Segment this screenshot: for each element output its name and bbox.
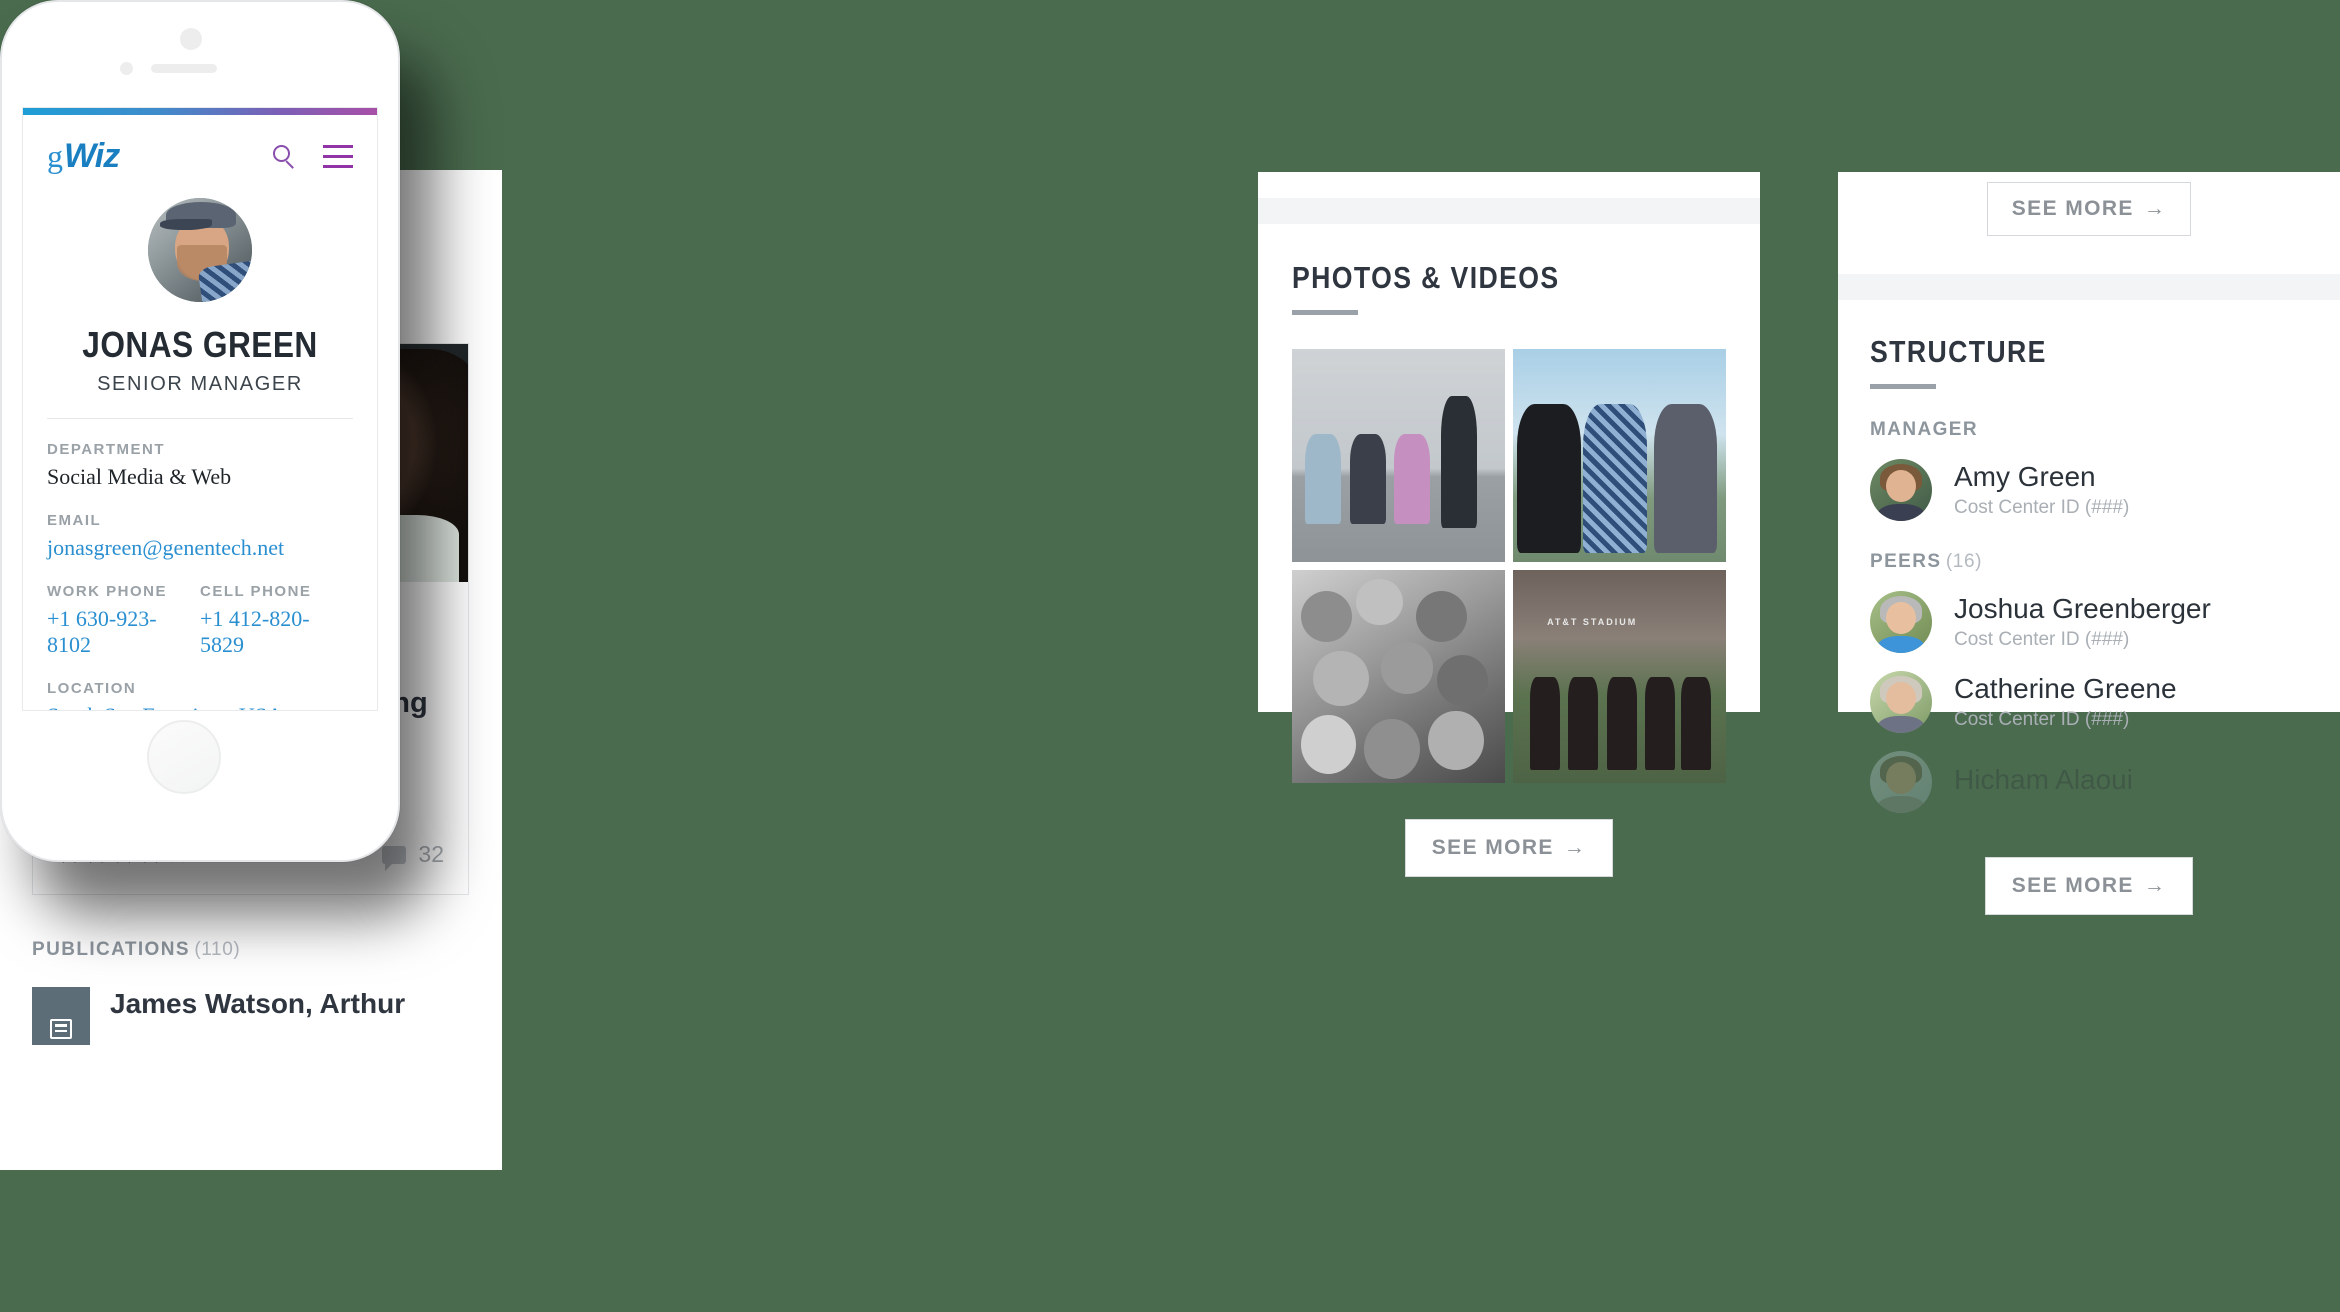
field-work-phone: WORK PHONE +1 630-923-8102 [47,583,200,658]
field-department: DEPARTMENT Social Media & Web [23,441,377,490]
field-cell-phone: CELL PHONE +1 412-820-5829 [200,583,353,658]
sensor-icon [120,62,133,75]
phone-fields-row: WORK PHONE +1 630-923-8102 CELL PHONE +1… [23,583,377,658]
manager-label: MANAGER [1870,419,1978,440]
list-item[interactable]: James Watson, Arthur [32,987,470,1046]
top-see-more-wrap: SEE MORE → [1838,172,2340,236]
see-more-label: SEE MORE [2011,874,2134,897]
list-item[interactable]: Hicham Alaoui [1870,751,2308,813]
stadium-caption: AT&T STADIUM [1547,616,1638,627]
photo-thumbnail[interactable] [1513,349,1726,562]
avatar [1870,459,1932,521]
field-label: EMAIL [47,512,102,529]
phone-screen: g Wiz JONAS GREEN SENIOR MANAGER DEPARTME… [22,107,378,711]
avatar [1870,751,1932,813]
arrow-right-icon: → [2143,874,2167,897]
photo-thumbnail[interactable] [1292,570,1505,783]
peers-label: PEERS [1870,551,1942,572]
avatar [148,198,252,302]
avatar [1870,591,1932,653]
publications-count: (110) [194,939,241,961]
see-more-label: SEE MORE [2011,197,2134,220]
cell-phone-link[interactable]: +1 412-820-5829 [200,606,353,658]
front-camera-icon [180,28,202,50]
arrow-right-icon: → [1563,836,1587,859]
comment-stat[interactable]: 32 [382,841,444,871]
location-line-1[interactable]: South San Francisco, USA [47,703,353,710]
field-label: LOCATION [47,680,137,697]
list-item[interactable]: Catherine Greene Cost Center ID (###) [1870,671,2308,733]
earpiece-speaker [151,64,217,73]
work-phone-link[interactable]: +1 630-923-8102 [47,606,200,658]
title-rule [1870,384,1936,389]
screenshot-stage: FEATURED IN THE NEWS (6) DNA NEWS Employ… [0,0,2340,1312]
arrow-right-icon: → [2143,197,2167,220]
field-value: Social Media & Web [47,464,232,489]
photo-grid: AT&T STADIUM [1292,349,1726,783]
field-location: LOCATION South San Francisco, USA Buildi… [23,680,377,710]
person-info: Hicham Alaoui [1954,764,2133,800]
structure-see-more-wrap: SEE MORE → [1870,857,2308,915]
see-more-label: SEE MORE [1431,836,1554,859]
app-header: g Wiz [23,115,377,176]
panel-separator [1838,274,2340,300]
field-label: DEPARTMENT [47,441,166,458]
structure-inner: STRUCTURE MANAGER Amy Green Cost Center … [1838,300,2340,915]
photo-thumbnail[interactable]: AT&T STADIUM [1513,570,1726,783]
gradient-accent-bar [23,108,377,115]
person-info: Amy Green Cost Center ID (###) [1954,461,2129,519]
email-link[interactable]: jonasgreen@genentech.net [47,535,353,561]
profile-role: SENIOR MANAGER [97,373,303,395]
photos-inner: PHOTOS & VIDEOS AT&T STADIUM SEE MORE → [1258,224,1760,877]
photos-title: PHOTOS & VIDEOS [1292,260,1560,295]
logo-wiz: Wiz [64,137,120,175]
person-info: Catherine Greene Cost Center ID (###) [1954,673,2177,731]
panel-separator [1258,198,1760,224]
publications-label: PUBLICATIONS [32,939,190,961]
home-button[interactable] [147,720,221,794]
person-subtitle: Cost Center ID (###) [1954,709,2130,731]
profile-avatar-wrap [23,198,377,302]
field-label: CELL PHONE [200,583,312,600]
avatar [1870,671,1932,733]
person-name: Joshua Greenberger [1954,592,2211,624]
person-name: Amy Green [1954,460,2096,492]
gwiz-logo[interactable]: g Wiz [47,137,120,176]
photos-videos-panel: PHOTOS & VIDEOS AT&T STADIUM SEE MORE → [1258,172,1760,877]
hamburger-menu-icon[interactable] [323,144,353,169]
person-name: Catherine Greene [1954,672,2177,704]
person-subtitle: Cost Center ID (###) [1954,497,2130,519]
see-more-button-top[interactable]: SEE MORE → [1986,182,2192,236]
list-item[interactable]: Joshua Greenberger Cost Center ID (###) [1870,591,2308,653]
peers-count: (16) [1945,551,1983,572]
title-rule [1292,310,1358,315]
person-subtitle: Cost Center ID (###) [1954,629,2130,651]
photo-thumbnail[interactable] [1292,349,1505,562]
structure-panel: SEE MORE → STRUCTURE MANAGER Amy Green C… [1838,172,2340,915]
search-icon[interactable] [273,144,297,169]
field-label: WORK PHONE [47,583,167,600]
phone-mockup: g Wiz JONAS GREEN SENIOR MANAGER DEPARTME… [0,0,400,862]
see-more-button[interactable]: SEE MORE → [1404,819,1614,877]
divider [47,418,353,419]
publication-title: James Watson, Arthur [110,988,406,1020]
comment-bubble-icon [382,845,407,871]
list-item[interactable]: Amy Green Cost Center ID (###) [1870,459,2308,521]
book-icon [32,987,90,1046]
field-email: EMAIL jonasgreen@genentech.net [23,512,377,561]
see-more-button[interactable]: SEE MORE → [1984,857,2194,915]
manager-header: MANAGER [1870,419,2308,441]
person-name: Hicham Alaoui [1954,763,2133,795]
profile-name: JONAS GREEN [82,324,318,365]
header-actions [273,144,353,169]
publications-header: PUBLICATIONS (110) [32,939,470,961]
publications-section: PUBLICATIONS (110) James Watson, Arthur [0,895,502,1046]
structure-title: STRUCTURE [1870,334,2047,369]
logo-g: g [47,138,63,174]
comment-count: 32 [418,841,444,868]
peers-header: PEERS (16) [1870,551,2308,573]
person-info: Joshua Greenberger Cost Center ID (###) [1954,593,2211,651]
photos-see-more-wrap: SEE MORE → [1292,819,1726,877]
